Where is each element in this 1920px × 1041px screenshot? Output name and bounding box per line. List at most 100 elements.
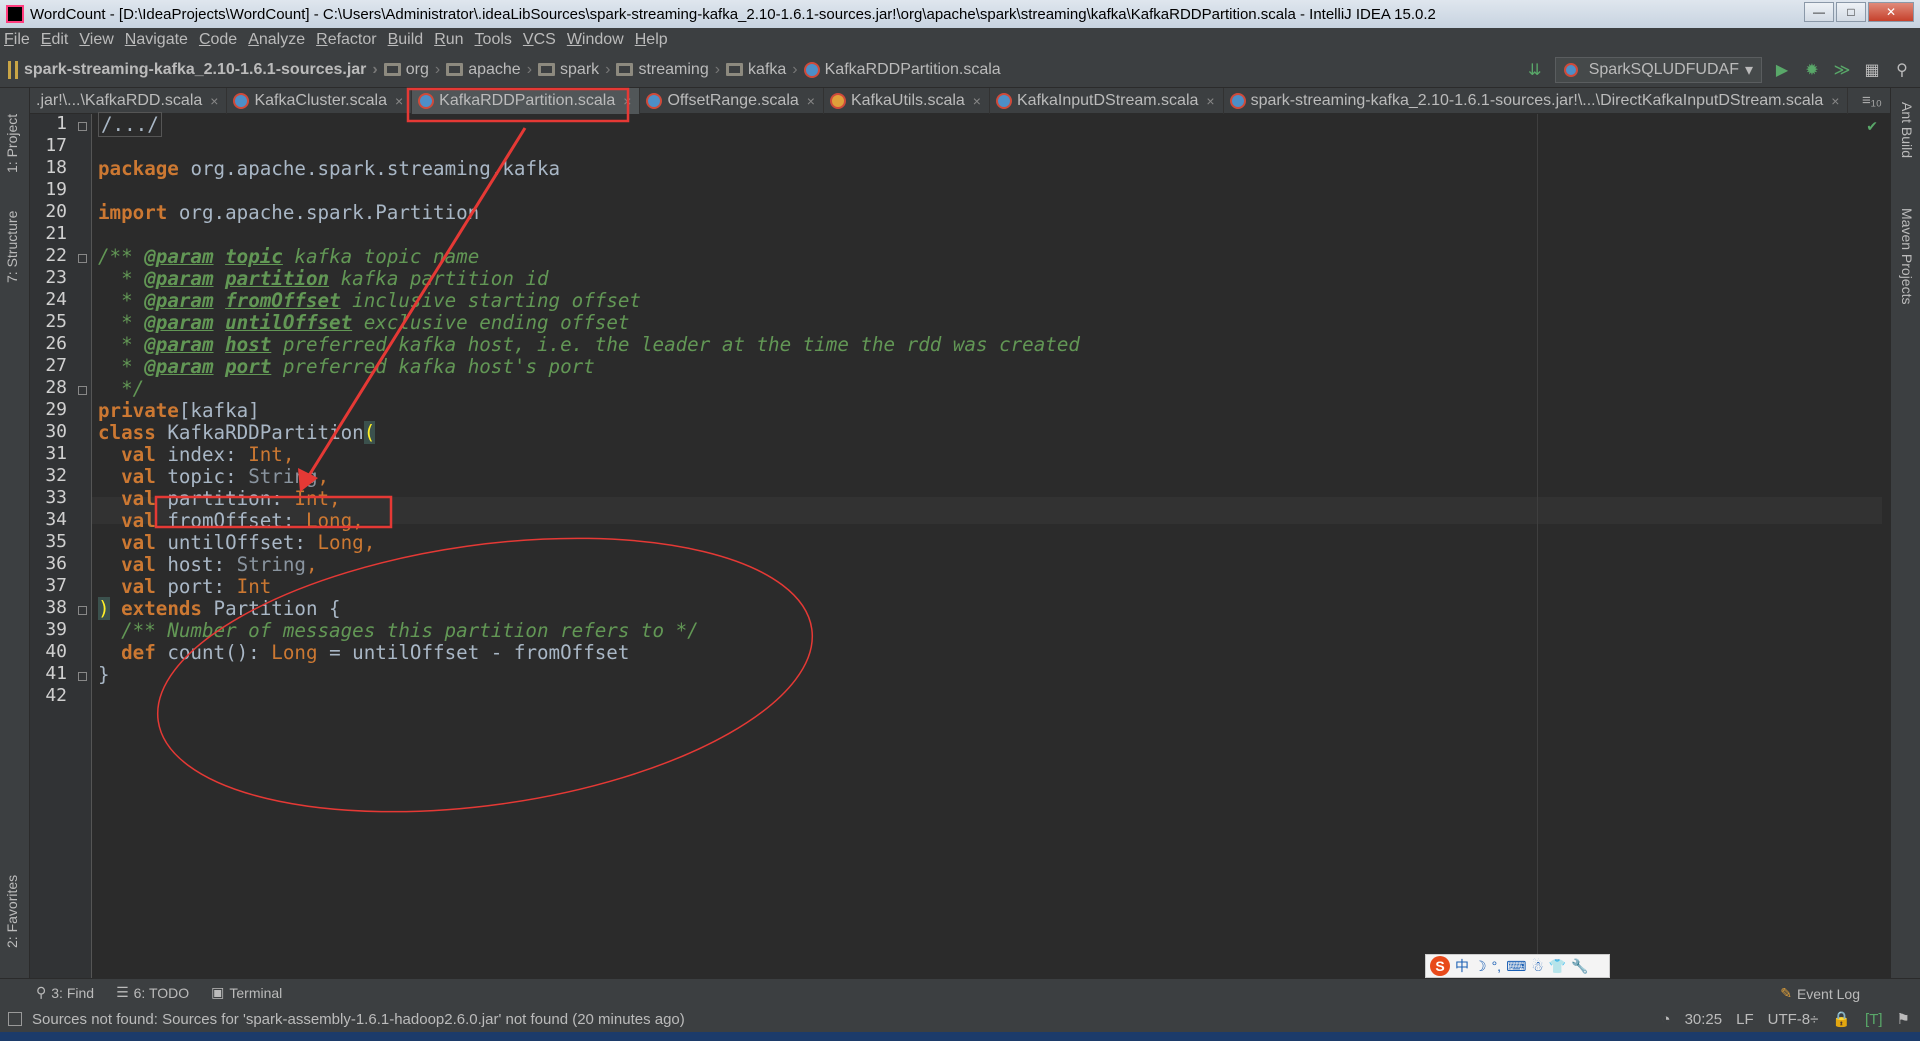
todo-tool-button[interactable]: ☰ 6: TODO — [116, 984, 189, 1001]
menu-file[interactable]: File — [4, 31, 30, 49]
menu-analyze[interactable]: Analyze — [248, 31, 305, 49]
menu-refactor[interactable]: Refactor — [316, 31, 376, 49]
code-editor[interactable]: ✔ /.../ package org.apache.spark.streami… — [92, 112, 1882, 978]
tab-kafkardd[interactable]: .jar!\...\KafkaRDD.scala × — [30, 87, 228, 114]
fold-marker-icon[interactable] — [78, 606, 87, 615]
close-icon[interactable]: × — [1206, 93, 1214, 109]
search-icon[interactable]: ⚲ — [1892, 60, 1912, 80]
favorites-tool-button[interactable]: 2: Favorites — [4, 875, 20, 948]
lock-icon[interactable]: 🔒 — [1832, 1010, 1851, 1028]
debug-icon[interactable]: ✹ — [1802, 60, 1822, 80]
find-label: 3: Find — [51, 984, 95, 1001]
window-controls: — □ ✕ — [1804, 2, 1914, 22]
breadcrumb-org[interactable]: org › — [383, 61, 440, 79]
close-icon[interactable]: × — [210, 93, 218, 109]
notifications-icon[interactable]: ⚑ — [1897, 1010, 1910, 1028]
fold-marker-icon[interactable] — [78, 254, 87, 263]
hector-icon[interactable]: [T] — [1865, 1011, 1883, 1028]
user-icon[interactable]: ☃ — [1531, 958, 1544, 975]
ime-toolbar[interactable]: S 中 ☽ °, ⌨ ☃ 👕 🔧 — [1425, 954, 1610, 978]
keyword: val — [121, 487, 156, 510]
chevron-right-icon: › — [792, 60, 798, 78]
keyboard-icon[interactable]: ⌨ — [1506, 958, 1526, 975]
menu-bar: File Edit View Navigate Code Analyze Ref… — [0, 28, 1920, 52]
menu-edit[interactable]: Edit — [41, 31, 69, 49]
tab-offsetrange[interactable]: OffsetRange.scala × — [640, 87, 824, 114]
breadcrumb-file[interactable]: KafkaRDDPartition.scala — [803, 61, 1001, 79]
doc-line: * @param untilOffset exclusive ending of… — [98, 311, 629, 334]
menu-view[interactable]: View — [79, 31, 113, 49]
keyword: val — [121, 531, 156, 554]
maven-projects-tool-button[interactable]: Maven Projects — [1899, 208, 1915, 304]
menu-vcs[interactable]: VCS — [523, 31, 556, 49]
breadcrumb-streaming[interactable]: streaming › — [616, 61, 720, 79]
close-icon[interactable]: × — [623, 93, 631, 109]
run-configuration-select[interactable]: SparkSQLUDFUDAF ▾ — [1554, 57, 1762, 83]
moon-icon[interactable]: ☽ — [1474, 958, 1487, 975]
tab-kafkainputdstream[interactable]: KafkaInputDStream.scala × — [990, 87, 1224, 114]
param-line: val partition: Int, — [98, 487, 341, 510]
doc-prefix: * — [98, 289, 145, 312]
close-icon[interactable]: × — [807, 93, 815, 109]
maximize-button[interactable]: □ — [1836, 2, 1866, 22]
tab-kafkacluster[interactable]: KafkaCluster.scala × — [227, 87, 413, 114]
punctuation-icon[interactable]: °, — [1492, 958, 1502, 974]
close-icon[interactable]: × — [395, 93, 403, 109]
make-project-icon[interactable]: ⇊ — [1525, 60, 1545, 80]
doc-tag: @param — [144, 355, 214, 378]
run-icon[interactable]: ▶ — [1772, 60, 1792, 80]
tool-windows-toggle-icon[interactable] — [8, 1012, 22, 1026]
line-number-gutter[interactable]: 1 17 18 19 20 21 22 23 24 25 26 27 28 29 30 31 32 33 34 35 3… — [30, 113, 92, 978]
close-icon[interactable]: × — [1831, 93, 1839, 109]
caret-position[interactable]: 30:25 — [1685, 1011, 1723, 1028]
structure-tool-button[interactable]: 7: Structure — [4, 211, 20, 283]
collapsed-header[interactable]: /.../ — [98, 112, 162, 137]
param-line: val port: Int — [98, 575, 271, 598]
project-structure-icon[interactable]: ▦ — [1862, 60, 1882, 80]
status-bar: Sources not found: Sources for 'spark-as… — [0, 1006, 1920, 1032]
line-number: 34 — [45, 509, 67, 530]
close-button[interactable]: ✕ — [1868, 2, 1914, 22]
menu-tools[interactable]: Tools — [475, 31, 512, 49]
run-with-coverage-icon[interactable]: ≫ — [1832, 60, 1852, 80]
wrench-icon[interactable]: 🔧 — [1571, 958, 1588, 975]
breadcrumb-jar[interactable]: spark-streaming-kafka_2.10-1.6.1-sources… — [8, 60, 378, 79]
menu-run[interactable]: Run — [434, 31, 463, 49]
fold-marker-icon[interactable] — [78, 122, 87, 131]
breadcrumb-apache[interactable]: apache › — [446, 61, 532, 79]
terminal-tool-button[interactable]: ▣ Terminal — [211, 984, 282, 1001]
line-separator[interactable]: LF — [1736, 1011, 1754, 1028]
ime-language[interactable]: 中 — [1455, 956, 1469, 976]
menu-window[interactable]: Window — [567, 31, 624, 49]
tab-overflow-button[interactable]: ≡₁₀ — [1854, 92, 1890, 109]
doc-line: * @param partition kafka partition id — [98, 267, 548, 290]
menu-navigate[interactable]: Navigate — [125, 31, 188, 49]
fold-marker-icon[interactable] — [78, 386, 87, 395]
window-title: WordCount - [D:\IdeaProjects\WordCount] … — [30, 5, 1436, 23]
breadcrumb-kafka[interactable]: kafka › — [726, 61, 798, 79]
method-name: count — [155, 641, 226, 664]
menu-build[interactable]: Build — [388, 31, 424, 49]
memory-indicator-icon[interactable]: ◔ — [1662, 1011, 1671, 1028]
file-encoding[interactable]: UTF-8÷ — [1768, 1011, 1819, 1028]
tab-kafkautils[interactable]: KafkaUtils.scala × — [824, 87, 990, 114]
code-line-30: class KafkaRDDPartition( — [98, 421, 376, 444]
minimize-button[interactable]: — — [1804, 2, 1834, 22]
fold-marker-icon[interactable] — [78, 672, 87, 681]
menu-help[interactable]: Help — [635, 31, 668, 49]
menu-code[interactable]: Code — [199, 31, 237, 49]
ant-build-tool-button[interactable]: Ant Build — [1899, 102, 1915, 158]
find-tool-button[interactable]: ⚲ 3: Find — [36, 984, 94, 1001]
tab-directkafkainputdstream[interactable]: spark-streaming-kafka_2.10-1.6.1-sources… — [1224, 87, 1849, 114]
shirt-icon[interactable]: 👕 — [1549, 958, 1566, 975]
keyword: val — [121, 443, 156, 466]
status-message[interactable]: Sources not found: Sources for 'spark-as… — [32, 1011, 685, 1028]
close-icon[interactable]: × — [973, 93, 981, 109]
line-number: 23 — [45, 267, 67, 288]
project-tool-button[interactable]: 1: Project — [4, 114, 20, 173]
breadcrumb-spark[interactable]: spark › — [538, 61, 610, 79]
event-log-button[interactable]: ✎ Event Log — [1780, 985, 1860, 1002]
line-number: 42 — [45, 685, 67, 706]
terminal-icon: ▣ — [211, 984, 225, 1000]
tab-kafkarddpartition[interactable]: KafkaRDDPartition.scala × — [412, 87, 641, 114]
